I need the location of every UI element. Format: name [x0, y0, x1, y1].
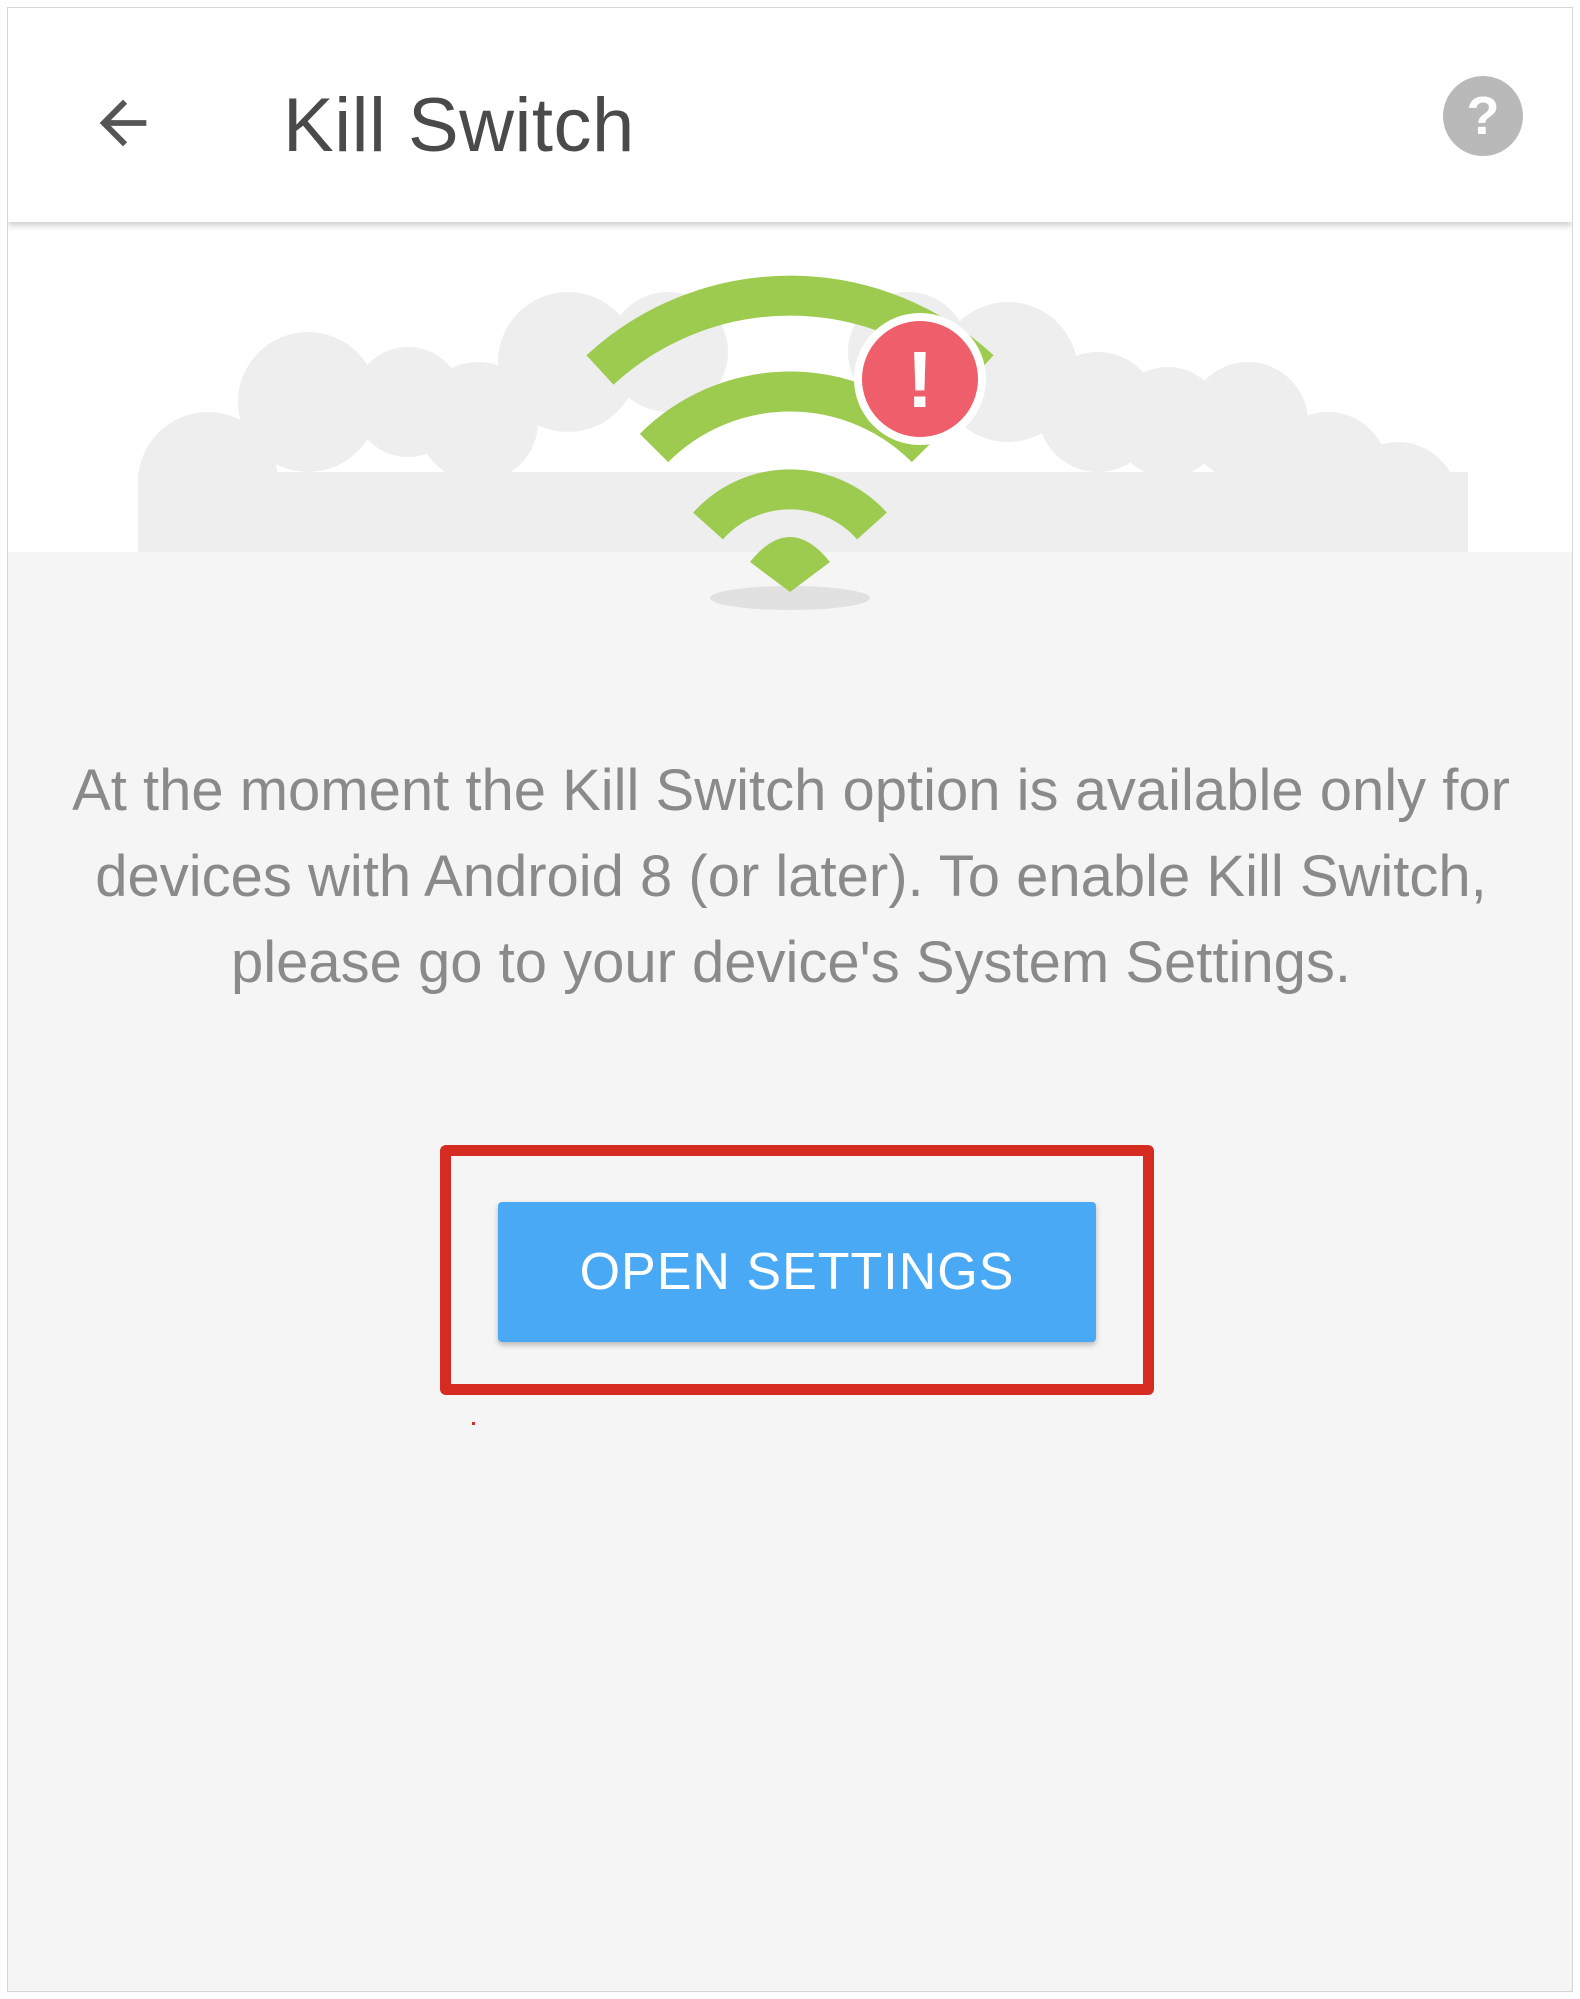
- exclamation-mark: !: [907, 335, 934, 424]
- back-button[interactable]: [68, 68, 178, 178]
- help-button[interactable]: ?: [1443, 76, 1523, 156]
- open-settings-button[interactable]: OPEN SETTINGS: [498, 1202, 1096, 1342]
- warning-badge: !: [854, 313, 986, 445]
- help-circle-icon: ?: [1466, 86, 1500, 146]
- hero-illustration: !: [8, 222, 1572, 612]
- wifi-warning-icon: !: [8, 275, 1572, 612]
- arrow-left-icon: [99, 99, 147, 147]
- app-bar: Kill Switch ?: [8, 8, 1572, 222]
- info-message: At the moment the Kill Switch option is …: [72, 758, 1510, 995]
- page-title: Kill Switch: [283, 83, 635, 168]
- app-screen: Kill Switch ? ! At the moment the Kill S…: [7, 7, 1573, 1992]
- stray-mark: [472, 1422, 475, 1425]
